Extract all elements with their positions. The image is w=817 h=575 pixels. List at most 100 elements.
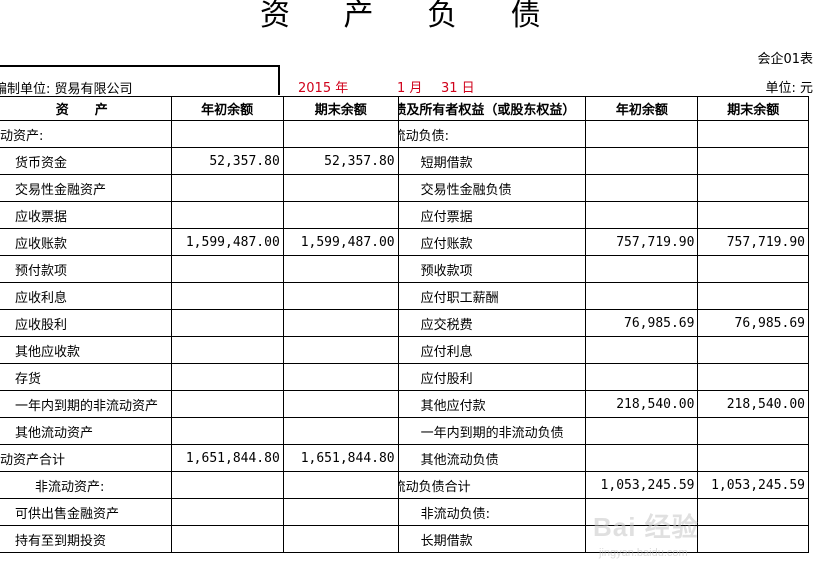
asset-closing-balance [282, 282, 399, 310]
liability-opening-balance [585, 282, 699, 310]
asset-closing-balance [282, 417, 399, 445]
table-row: 持有至到期投资 长期借款 [0, 525, 809, 553]
liability-opening-balance [585, 498, 699, 526]
liability-closing-balance [697, 498, 809, 526]
asset-item: 流动资产: [0, 120, 172, 148]
asset-opening-balance [170, 120, 284, 148]
date-day: 31 日 [441, 81, 475, 96]
liability-closing-balance: 1,053,245.59 [697, 471, 809, 499]
asset-closing-balance: 1,599,487.00 [282, 228, 399, 256]
asset-closing-balance [282, 390, 399, 418]
asset-item: 其他流动资产 [0, 417, 172, 445]
liability-item: 预收款项 [397, 255, 587, 283]
liability-opening-balance [585, 147, 699, 175]
liability-closing-balance [697, 336, 809, 364]
asset-opening-balance [170, 471, 284, 499]
liability-closing-balance [697, 147, 809, 175]
table-row: 一年内到期的非流动资产 其他应付款 218,540.00 218,540.00 [0, 390, 809, 418]
liability-closing-balance [697, 282, 809, 310]
asset-item: 应收利息 [0, 282, 172, 310]
liability-item: 一年内到期的非流动负债 [397, 417, 587, 445]
liability-opening-balance [585, 201, 699, 229]
table-row: 货币资金 52,357.80 52,357.80 短期借款 [0, 147, 809, 175]
asset-opening-balance [170, 255, 284, 283]
asset-opening-balance [170, 201, 284, 229]
table-row: 应收账款 1,599,487.00 1,599,487.00 应付账款 757,719.… [0, 228, 809, 256]
liability-opening-balance [585, 120, 699, 148]
liability-opening-balance [585, 336, 699, 364]
liability-item: 应付职工薪酬 [397, 282, 587, 310]
table-row: 存货 应付股利 [0, 363, 809, 391]
asset-closing-balance [282, 201, 399, 229]
asset-opening-balance [170, 498, 284, 526]
form-number: 会企01表 [757, 52, 813, 67]
date-year: 2015 年 [298, 81, 349, 96]
liability-closing-balance [697, 525, 809, 553]
liability-item: 应付票据 [397, 201, 587, 229]
asset-closing-balance: 52,357.80 [282, 147, 399, 175]
asset-opening-balance [170, 525, 284, 553]
table-row: 流动资产合计1,651,844.801,651,844.80其他流动负债 [0, 444, 809, 472]
asset-item: 应收账款 [0, 228, 172, 256]
liability-opening-balance: 76,985.69 [585, 309, 699, 337]
liability-opening-balance [585, 363, 699, 391]
header-assets: 资 产 [0, 96, 172, 121]
liability-closing-balance [697, 174, 809, 202]
table-row: 应收利息 应付职工薪酬 [0, 282, 809, 310]
liability-closing-balance [697, 444, 809, 472]
asset-closing-balance [282, 336, 399, 364]
liability-opening-balance [585, 444, 699, 472]
liability-closing-balance [697, 201, 809, 229]
liability-opening-balance: 757,719.90 [585, 228, 699, 256]
asset-item: 预付款项 [0, 255, 172, 283]
asset-opening-balance: 1,599,487.00 [170, 228, 284, 256]
liability-closing-balance: 76,985.69 [697, 309, 809, 337]
asset-item: 可供出售金融资产 [0, 498, 172, 526]
liability-closing-balance: 757,719.90 [697, 228, 809, 256]
unit-label: 单位: 元 [765, 81, 813, 96]
asset-item: 非流动资产: [0, 471, 172, 499]
liability-item: 交易性金融负债 [397, 174, 587, 202]
asset-closing-balance [282, 120, 399, 148]
asset-opening-balance [170, 336, 284, 364]
asset-opening-balance [170, 174, 284, 202]
asset-item: 其他应收款 [0, 336, 172, 364]
header-row: 资 产 年初余额 期末余额 负债及所有者权益（或股东权益） 年初余额 期末余额 [0, 96, 809, 121]
table-row: 可供出售金融资产 非流动负债: [0, 498, 809, 526]
balance-sheet-table: 资 产 年初余额 期末余额 负债及所有者权益（或股东权益） 年初余额 期末余额 … [0, 96, 809, 553]
asset-opening-balance [170, 417, 284, 445]
liability-item: 短期借款 [397, 147, 587, 175]
asset-item: 流动资产合计 [0, 444, 172, 472]
asset-closing-balance [282, 525, 399, 553]
asset-opening-balance: 52,357.80 [170, 147, 284, 175]
liability-opening-balance: 1,053,245.59 [585, 471, 699, 499]
liability-item: 其他流动负债 [397, 444, 587, 472]
liability-opening-balance [585, 525, 699, 553]
asset-item: 应收票据 [0, 201, 172, 229]
liability-opening-balance [585, 174, 699, 202]
liability-item: 流动负债: [397, 120, 587, 148]
header-assets-opening: 年初余额 [170, 96, 284, 121]
liability-item: 其他应付款 [397, 390, 587, 418]
asset-item: 应收股利 [0, 309, 172, 337]
asset-opening-balance [170, 363, 284, 391]
header-liab-closing: 期末余额 [697, 96, 809, 121]
asset-opening-balance: 1,651,844.80 [170, 444, 284, 472]
org-label: 编制单位: 贸易有限公司 [0, 82, 133, 97]
liability-closing-balance [697, 120, 809, 148]
table-row: 其他应收款 应付利息 [0, 336, 809, 364]
table-row: 交易性金融资产 交易性金融负债 [0, 174, 809, 202]
table-row: 流动资产: 流动负债: [0, 120, 809, 148]
header-liab-opening: 年初余额 [585, 96, 699, 121]
liability-item: 非流动负债: [397, 498, 587, 526]
asset-opening-balance [170, 282, 284, 310]
asset-closing-balance [282, 309, 399, 337]
asset-item: 交易性金融资产 [0, 174, 172, 202]
table-row: 非流动资产: 流动负债合计 1,053,245.59 1,053,245.59 [0, 471, 809, 499]
asset-closing-balance [282, 174, 399, 202]
asset-closing-balance [282, 255, 399, 283]
asset-closing-balance [282, 363, 399, 391]
table-row: 应收股利 应交税费 76,985.69 76,985.69 [0, 309, 809, 337]
asset-closing-balance: 1,651,844.80 [282, 444, 399, 472]
liability-item: 长期借款 [397, 525, 587, 553]
